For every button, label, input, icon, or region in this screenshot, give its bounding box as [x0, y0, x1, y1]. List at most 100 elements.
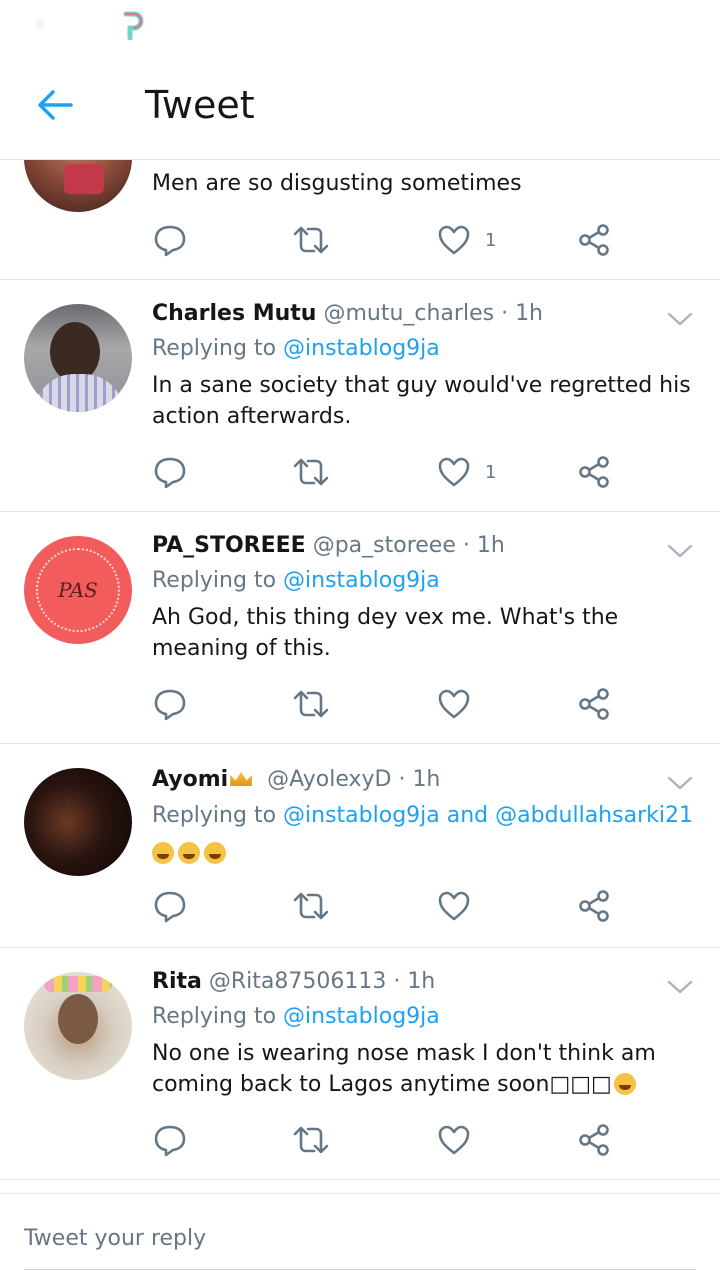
- replying-to: Replying to @instablog9ja: [152, 333, 440, 365]
- share-button[interactable]: [577, 886, 611, 926]
- user-handle[interactable]: @pa_storeee: [313, 533, 456, 558]
- share-button[interactable]: [577, 684, 611, 724]
- avatar[interactable]: [24, 160, 132, 212]
- reply-button[interactable]: [152, 886, 188, 926]
- retweet-button[interactable]: [292, 886, 330, 926]
- app-notification-icon: [123, 11, 144, 40]
- share-icon: [579, 224, 609, 256]
- like-icon: [438, 891, 470, 921]
- avatar[interactable]: [24, 768, 132, 876]
- crown-emoji-icon: [230, 772, 253, 786]
- share-button[interactable]: [577, 220, 611, 260]
- reply-composer[interactable]: [24, 1210, 696, 1270]
- retweet-icon: [293, 1126, 329, 1154]
- tweet-actions: 1: [152, 220, 632, 260]
- retweet-icon: [293, 892, 329, 920]
- tweet-item[interactable]: Ayomi @AyolexyD · 1h Replying to @instab…: [0, 744, 720, 948]
- display-name[interactable]: Rita: [152, 969, 202, 994]
- status-bar: [0, 0, 720, 50]
- back-button[interactable]: [30, 80, 80, 130]
- avatar[interactable]: [24, 304, 132, 412]
- like-icon: [438, 457, 470, 487]
- reply-feed[interactable]: Men are so disgusting sometimes 1 Charle…: [0, 160, 720, 1180]
- replying-to: Replying to @instablog9ja and @abdullahs…: [152, 800, 693, 832]
- timestamp: · 1h: [398, 767, 441, 792]
- status-indicator: [36, 20, 44, 28]
- chevron-down-icon[interactable]: [666, 774, 694, 792]
- reply-icon: [154, 457, 186, 489]
- display-name[interactable]: Charles Mutu: [152, 301, 316, 326]
- like-icon: [438, 1125, 470, 1155]
- like-count: 1: [485, 461, 497, 483]
- like-count: 1: [485, 229, 497, 251]
- reply-button[interactable]: [152, 684, 188, 724]
- tweet-header: Ayomi @AyolexyD · 1h: [152, 764, 440, 796]
- reply-button[interactable]: [152, 1120, 188, 1160]
- page-title: Tweet: [145, 83, 255, 127]
- mention-link[interactable]: @instablog9ja and @abdullahsarki21: [283, 803, 693, 828]
- reply-icon: [154, 891, 186, 923]
- display-name[interactable]: PA_STOREEE: [152, 533, 306, 558]
- top-app-bar: Tweet: [0, 50, 720, 160]
- tweet-header: Charles Mutu @mutu_charles · 1h: [152, 298, 543, 330]
- avatar[interactable]: PAS: [24, 536, 132, 644]
- like-icon: [438, 689, 470, 719]
- mention-link[interactable]: @instablog9ja: [283, 568, 440, 593]
- user-handle[interactable]: @Rita87506113: [209, 969, 386, 994]
- like-button[interactable]: [437, 1120, 485, 1160]
- reply-input[interactable]: [24, 1210, 696, 1266]
- display-name[interactable]: Ayomi: [152, 767, 228, 792]
- tweet-actions: [152, 886, 632, 926]
- mention-link[interactable]: @instablog9ja: [283, 1004, 440, 1029]
- share-button[interactable]: [577, 1120, 611, 1160]
- like-button[interactable]: 1: [437, 452, 496, 492]
- share-button[interactable]: [577, 452, 611, 492]
- laughing-emoji-icon: [152, 842, 174, 864]
- retweet-icon: [293, 690, 329, 718]
- chevron-down-icon[interactable]: [666, 310, 694, 328]
- tweet-actions: 1: [152, 452, 632, 492]
- like-button[interactable]: 1: [437, 220, 496, 260]
- tweet-item[interactable]: PAS PA_STOREEE @pa_storeee · 1h Replying…: [0, 512, 720, 744]
- tweet-item[interactable]: Men are so disgusting sometimes 1: [0, 160, 720, 280]
- like-icon: [438, 225, 470, 255]
- like-button[interactable]: [437, 886, 485, 926]
- tweet-header: Rita @Rita87506113 · 1h: [152, 966, 435, 998]
- retweet-icon: [293, 226, 329, 254]
- timestamp: · 1h: [393, 969, 436, 994]
- user-handle[interactable]: @mutu_charles: [323, 301, 494, 326]
- replying-prefix: Replying to: [152, 803, 277, 828]
- replying-to: Replying to @instablog9ja: [152, 565, 440, 597]
- tweet-text: [152, 838, 692, 869]
- retweet-button[interactable]: [292, 1120, 330, 1160]
- replying-prefix: Replying to: [152, 1004, 277, 1029]
- retweet-button[interactable]: [292, 220, 330, 260]
- mention-link[interactable]: @instablog9ja: [283, 336, 440, 361]
- reply-button[interactable]: [152, 452, 188, 492]
- share-icon: [579, 688, 609, 720]
- tweet-item[interactable]: Rita @Rita87506113 · 1h Replying to @ins…: [0, 948, 720, 1180]
- retweet-button[interactable]: [292, 452, 330, 492]
- tweet-text: In a sane society that guy would've regr…: [152, 373, 691, 429]
- laughing-emoji-icon: [178, 842, 200, 864]
- replying-prefix: Replying to: [152, 336, 277, 361]
- tweet-text: Men are so disgusting sometimes: [152, 171, 522, 196]
- tweet-text: No one is wearing nose mask I don't thin…: [152, 1038, 692, 1100]
- laughing-emoji-icon: [204, 842, 226, 864]
- user-handle[interactable]: @AyolexyD: [267, 767, 391, 792]
- timestamp: · 1h: [501, 301, 544, 326]
- reply-button[interactable]: [152, 220, 188, 260]
- timestamp: · 1h: [462, 533, 505, 558]
- tweet-header: PA_STOREEE @pa_storeee · 1h: [152, 530, 505, 562]
- avatar[interactable]: [24, 972, 132, 1080]
- chevron-down-icon[interactable]: [666, 978, 694, 996]
- tweet-item[interactable]: Charles Mutu @mutu_charles · 1h Replying…: [0, 280, 720, 512]
- tweet-text-content: No one is wearing nose mask I don't thin…: [152, 1041, 656, 1097]
- share-icon: [579, 890, 609, 922]
- retweet-button[interactable]: [292, 684, 330, 724]
- back-arrow-icon: [38, 90, 73, 120]
- tweet-actions: [152, 684, 632, 724]
- like-button[interactable]: [437, 684, 485, 724]
- chevron-down-icon[interactable]: [666, 542, 694, 560]
- replying-to: Replying to @instablog9ja: [152, 1001, 440, 1033]
